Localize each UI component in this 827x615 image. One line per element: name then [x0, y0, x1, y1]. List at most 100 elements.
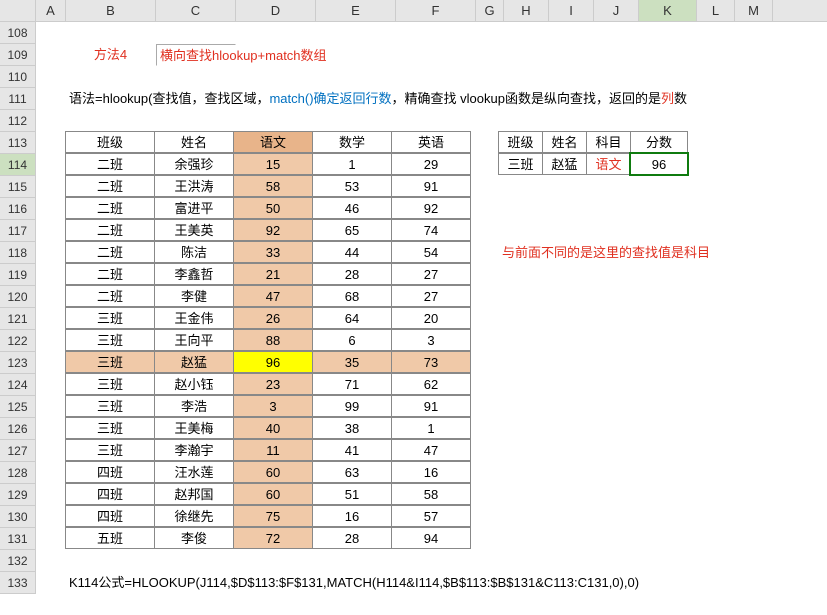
cell[interactable]: 三班	[65, 417, 155, 439]
cell[interactable]: 汪水莲	[154, 461, 234, 483]
cell[interactable]	[730, 528, 768, 550]
cell[interactable]	[639, 66, 697, 88]
cell[interactable]	[730, 264, 768, 286]
cell[interactable]	[730, 198, 768, 220]
row-head[interactable]: 121	[0, 308, 36, 330]
col-head-L[interactable]: L	[697, 0, 735, 21]
cell[interactable]	[730, 506, 768, 528]
cell[interactable]	[544, 308, 589, 330]
cell[interactable]	[730, 352, 768, 374]
cell[interactable]	[692, 374, 730, 396]
cell[interactable]	[735, 44, 773, 66]
cell[interactable]	[688, 154, 726, 176]
cell[interactable]: 班级	[65, 131, 155, 153]
cell[interactable]	[499, 352, 544, 374]
cell[interactable]	[476, 66, 504, 88]
cell[interactable]	[589, 528, 634, 550]
cell[interactable]	[36, 374, 66, 396]
cell[interactable]	[692, 176, 730, 198]
cell[interactable]	[634, 374, 692, 396]
cell[interactable]	[544, 506, 589, 528]
cell[interactable]: 二班	[65, 285, 155, 307]
cell[interactable]	[36, 506, 66, 528]
cell[interactable]	[471, 528, 499, 550]
cell[interactable]	[544, 440, 589, 462]
cell[interactable]	[730, 440, 768, 462]
col-head-F[interactable]: F	[396, 0, 476, 21]
cell[interactable]	[544, 374, 589, 396]
cell[interactable]	[499, 286, 544, 308]
cell[interactable]	[730, 286, 768, 308]
row-head[interactable]: 119	[0, 264, 36, 286]
row-head[interactable]: 128	[0, 462, 36, 484]
cell[interactable]: 王洪涛	[154, 175, 234, 197]
cell[interactable]	[471, 308, 499, 330]
cell[interactable]	[471, 264, 499, 286]
cell[interactable]	[639, 44, 697, 66]
cell[interactable]	[471, 330, 499, 352]
cell[interactable]: 赵小钰	[154, 373, 234, 395]
cell[interactable]	[36, 308, 66, 330]
cell[interactable]	[504, 110, 549, 132]
cell[interactable]	[36, 462, 66, 484]
cell[interactable]	[236, 22, 316, 44]
cell[interactable]	[730, 176, 768, 198]
cell[interactable]	[692, 440, 730, 462]
active-cell-K114[interactable]: 96	[630, 153, 688, 175]
cell[interactable]	[549, 44, 594, 66]
cell[interactable]	[634, 418, 692, 440]
col-head-K[interactable]: K	[639, 0, 697, 21]
cell[interactable]: K114公式=HLOOKUP(J114,$D$113:$F$131,MATCH(…	[66, 572, 156, 594]
cell[interactable]: 李健	[154, 285, 234, 307]
cell[interactable]	[730, 418, 768, 440]
cell[interactable]: 44	[312, 241, 392, 263]
cell[interactable]	[697, 88, 735, 110]
cell[interactable]	[36, 88, 66, 110]
cell[interactable]	[36, 330, 66, 352]
cell[interactable]: 58	[391, 483, 471, 505]
cell[interactable]: 二班	[65, 219, 155, 241]
cell[interactable]: 李俊	[154, 527, 234, 549]
cell[interactable]: 88	[233, 329, 313, 351]
row-head[interactable]: 130	[0, 506, 36, 528]
cell[interactable]: 50	[233, 197, 313, 219]
cell[interactable]	[692, 264, 730, 286]
row-head[interactable]: 132	[0, 550, 36, 572]
row-head[interactable]: 120	[0, 286, 36, 308]
row-head[interactable]: 111	[0, 88, 36, 110]
cell[interactable]: 余强珍	[154, 153, 234, 175]
cell[interactable]	[697, 22, 735, 44]
cell[interactable]	[499, 462, 544, 484]
cell[interactable]: 赵猛	[154, 351, 234, 373]
cell[interactable]: 53	[312, 175, 392, 197]
cell[interactable]: 29	[391, 153, 471, 175]
cell[interactable]: 16	[391, 461, 471, 483]
cell[interactable]	[589, 440, 634, 462]
cell[interactable]	[504, 22, 549, 44]
cell[interactable]	[471, 176, 499, 198]
cell[interactable]	[476, 22, 504, 44]
row-head[interactable]: 129	[0, 484, 36, 506]
cell[interactable]	[589, 308, 634, 330]
cell[interactable]	[634, 176, 692, 198]
cell[interactable]: 65	[312, 219, 392, 241]
cell[interactable]	[639, 110, 697, 132]
cell[interactable]	[692, 308, 730, 330]
cell[interactable]	[692, 484, 730, 506]
cell[interactable]: 英语	[391, 131, 471, 153]
cell[interactable]	[692, 506, 730, 528]
row-head[interactable]: 116	[0, 198, 36, 220]
cell[interactable]	[634, 352, 692, 374]
cell[interactable]	[735, 110, 773, 132]
cell[interactable]	[594, 550, 639, 572]
cell[interactable]: 语文	[233, 131, 313, 153]
cell[interactable]	[589, 484, 634, 506]
cell[interactable]	[499, 506, 544, 528]
row-head[interactable]: 113	[0, 132, 36, 154]
cell[interactable]: 51	[312, 483, 392, 505]
cell[interactable]	[692, 462, 730, 484]
cell[interactable]	[156, 110, 236, 132]
col-head-C[interactable]: C	[156, 0, 236, 21]
cell[interactable]: 21	[233, 263, 313, 285]
cell[interactable]	[471, 462, 499, 484]
